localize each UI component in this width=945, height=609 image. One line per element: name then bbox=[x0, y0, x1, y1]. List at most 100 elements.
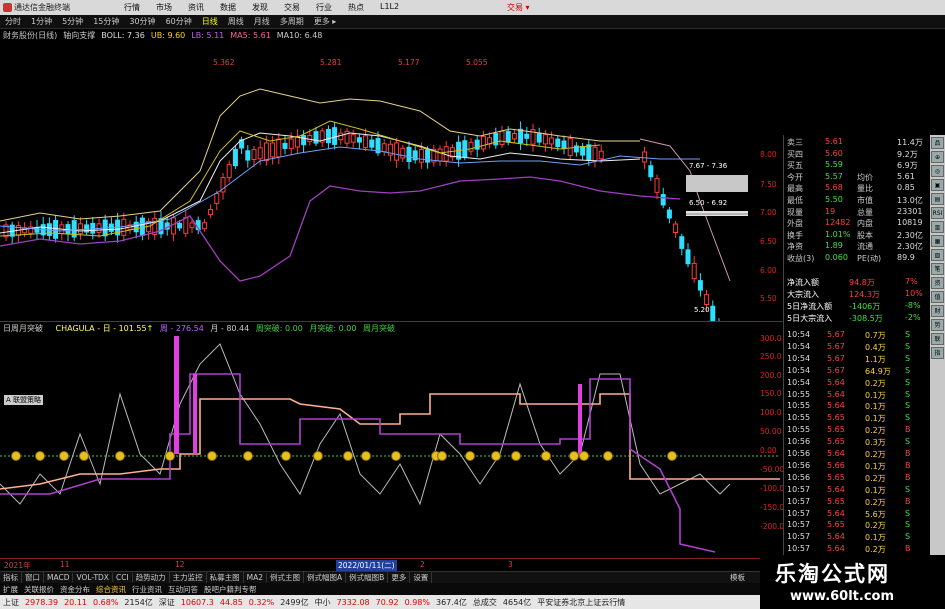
tick-row: 10:57 5.64 0.2万 B bbox=[787, 544, 925, 555]
date-month: 3 bbox=[508, 560, 513, 569]
menu-discover[interactable]: 发现 bbox=[244, 2, 276, 13]
side-tool-icon[interactable]: ◎ bbox=[931, 165, 944, 177]
candle-body bbox=[666, 209, 672, 219]
menu-hot[interactable]: 热点 bbox=[340, 2, 372, 13]
candle-body bbox=[363, 135, 369, 149]
tab-vol[interactable]: VOL-TDX bbox=[73, 573, 113, 582]
subtab-industry[interactable]: 行业资讯 bbox=[129, 584, 165, 595]
subtab-news[interactable]: 综合资讯 bbox=[93, 584, 129, 595]
menu-market[interactable]: 市场 bbox=[148, 2, 180, 13]
side-tool-icon[interactable]: ⊕ bbox=[931, 151, 944, 163]
side-tool-icon[interactable]: ▤ bbox=[931, 193, 944, 205]
status-item: 70.92 bbox=[375, 597, 399, 607]
tab-test-main[interactable]: 例式主图 bbox=[267, 572, 305, 583]
quote-value2: 6.9万 bbox=[897, 161, 918, 171]
period-tab-more[interactable]: 更多 ▸ bbox=[309, 16, 342, 27]
quote-value2: 23301 bbox=[897, 206, 923, 216]
price-axis-tick: 6.50 bbox=[760, 237, 777, 246]
tick-volume: 64.9万 bbox=[865, 366, 891, 376]
menu-news[interactable]: 资讯 bbox=[180, 2, 212, 13]
period-tab-month[interactable]: 月线 bbox=[249, 16, 275, 27]
tick-time: 10:57 bbox=[787, 520, 811, 530]
side-tool-icon[interactable]: 品 bbox=[931, 137, 944, 149]
side-tool-icon[interactable]: 指 bbox=[931, 347, 944, 359]
tick-price: 5.65 bbox=[827, 425, 845, 435]
tick-volume: 0.2万 bbox=[865, 497, 886, 507]
period-tab-week[interactable]: 周线 bbox=[223, 16, 249, 27]
menu-trade[interactable]: 交易 bbox=[276, 2, 308, 13]
tab-window[interactable]: 窗口 bbox=[22, 572, 44, 583]
tick-row: 10:54 5.67 1.1万 S bbox=[787, 354, 925, 365]
tab-monitor[interactable]: 主力监控 bbox=[170, 572, 207, 583]
side-tool-icon[interactable]: ▥ bbox=[931, 221, 944, 233]
tick-side: S bbox=[905, 520, 911, 530]
period-tab-day[interactable]: 日线 bbox=[197, 16, 223, 27]
period-tab-1min[interactable]: 1分钟 bbox=[26, 16, 57, 27]
tab-indicator[interactable]: 指标 bbox=[0, 572, 22, 583]
price-mark-3: 5.177 bbox=[398, 58, 420, 67]
subtab-qa[interactable]: 互动问答 bbox=[165, 584, 201, 595]
candle-body bbox=[648, 165, 654, 178]
side-tool-icon[interactable]: 联 bbox=[931, 333, 944, 345]
side-tool-icon[interactable]: ▧ bbox=[931, 249, 944, 261]
tick-side: S bbox=[905, 532, 911, 542]
menu-data[interactable]: 数据 bbox=[212, 2, 244, 13]
candle-body bbox=[201, 222, 207, 230]
period-tab-30min[interactable]: 30分钟 bbox=[124, 16, 160, 27]
candle-body bbox=[325, 128, 331, 144]
subtab-related[interactable]: 关联报价 bbox=[21, 584, 57, 595]
lb-value: LB: 5.11 bbox=[191, 30, 225, 40]
tab-settings[interactable]: 设置 bbox=[410, 572, 433, 583]
side-tool-icon[interactable]: ▣ bbox=[931, 179, 944, 191]
period-tab-5min[interactable]: 5分钟 bbox=[57, 16, 88, 27]
tick-price: 5.65 bbox=[827, 472, 845, 482]
week-value: 周 - 276.54 bbox=[159, 324, 204, 333]
menu-quotes[interactable]: 行情 bbox=[116, 2, 148, 13]
status-item: 0.98% bbox=[404, 597, 430, 607]
period-tab-multi[interactable]: 多周期 bbox=[275, 16, 309, 27]
lower-axis-tick: -200.0 bbox=[760, 522, 785, 531]
period-tab-fenshi[interactable]: 分时 bbox=[0, 16, 26, 27]
side-tool-icon[interactable]: ▦ bbox=[931, 235, 944, 247]
date-cursor: 2022/01/11(二) bbox=[336, 560, 397, 571]
period-tab-60min[interactable]: 60分钟 bbox=[161, 16, 197, 27]
period-tab-15min[interactable]: 15分钟 bbox=[88, 16, 124, 27]
tab-test-a[interactable]: 例式幅图A bbox=[304, 572, 347, 583]
tab-private[interactable]: 私募主图 bbox=[207, 572, 244, 583]
candle-body bbox=[654, 178, 660, 193]
tab-trend[interactable]: 趋势动力 bbox=[133, 572, 170, 583]
tab-test-b[interactable]: 例式幅图B bbox=[346, 572, 389, 583]
template-tab[interactable]: 模板 bbox=[730, 572, 745, 583]
candle-body bbox=[679, 236, 685, 249]
app-logo-icon bbox=[3, 3, 12, 12]
watermark-url: www.60lt.com bbox=[790, 589, 895, 604]
price-axis-tick: 7.50 bbox=[760, 180, 777, 189]
menu-l1l2[interactable]: L1L2 bbox=[372, 2, 407, 13]
side-tool-icon[interactable]: 笔 bbox=[931, 263, 944, 275]
tab-ma2[interactable]: MA2 bbox=[244, 573, 268, 582]
tick-volume: 0.1万 bbox=[865, 485, 886, 495]
subtab-forum[interactable]: 股吧户籍判专帮 bbox=[201, 584, 260, 595]
tick-time: 10:57 bbox=[787, 484, 811, 494]
quote-key: 今开 bbox=[787, 172, 803, 182]
side-tool-icon[interactable]: 资 bbox=[931, 277, 944, 289]
candles-group bbox=[3, 121, 720, 321]
status-item: 中小 bbox=[314, 597, 331, 607]
candle-body bbox=[183, 217, 189, 234]
quote-row: 买五 5.59 6.9万 bbox=[787, 160, 925, 171]
tick-price: 5.64 bbox=[827, 377, 845, 387]
subtab-fund[interactable]: 资金分布 bbox=[57, 584, 93, 595]
tab-more[interactable]: 更多 bbox=[388, 572, 411, 583]
candle-body bbox=[226, 164, 232, 179]
trade-dropdown[interactable]: 交易 ▾ bbox=[507, 2, 530, 13]
side-tool-icon[interactable]: RSI bbox=[931, 207, 944, 219]
side-tool-icon[interactable]: 值 bbox=[931, 291, 944, 303]
subtab-expand[interactable]: 扩展 bbox=[0, 584, 21, 595]
side-tool-icon[interactable]: 势 bbox=[931, 319, 944, 331]
tick-row: 10:56 5.66 0.1万 B bbox=[787, 461, 925, 472]
tab-macd[interactable]: MACD bbox=[44, 573, 74, 582]
side-tool-icon[interactable]: 财 bbox=[931, 305, 944, 317]
tab-cci[interactable]: CCI bbox=[113, 573, 133, 582]
lower-axis-tick: 0.00 bbox=[760, 446, 777, 455]
menu-industry[interactable]: 行业 bbox=[308, 2, 340, 13]
